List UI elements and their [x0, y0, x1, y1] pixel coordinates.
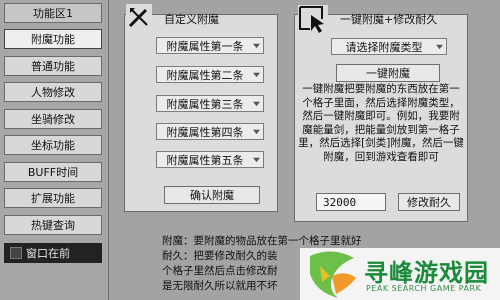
sidebar-item-character[interactable]: 人物修改 [4, 82, 102, 102]
enchant-attr-1-label: 附魔属性第一条 [166, 39, 244, 53]
sidebar-item-coordinates[interactable]: 坐标功能 [4, 135, 102, 155]
chevron-down-icon [253, 43, 260, 49]
confirm-enchant-button[interactable]: 确认附魔 [164, 186, 260, 204]
sidebar-item-function-area[interactable]: 功能区1 [4, 3, 102, 23]
enchant-type-select[interactable]: 请选择附魔类型 [331, 38, 447, 55]
chevron-down-icon [436, 44, 443, 50]
wand-icon [126, 4, 152, 30]
sidebar-item-enchant[interactable]: 附魔功能 [4, 29, 102, 49]
oneclick-enchant-button[interactable]: 一键附魔 [336, 64, 440, 82]
note-line-3: 个格子里然后点击修改耐 [162, 265, 278, 277]
enchant-attr-2-label: 附魔属性第二条 [166, 68, 244, 82]
enchant-attr-3-label: 附魔属性第三条 [166, 97, 244, 111]
enchant-attr-4-label: 附魔属性第四条 [166, 125, 244, 139]
on-top-checkbox[interactable] [10, 247, 22, 259]
modify-durability-button[interactable]: 修改耐久 [398, 193, 460, 211]
enchant-attr-select-1[interactable]: 附魔属性第一条 [156, 37, 264, 54]
watermark-logo-icon [310, 251, 356, 298]
note-line-1: 附魔：要附魔的物品放在第一个格子里就好 [162, 235, 362, 247]
sidebar-item-mount[interactable]: 坐骑修改 [4, 109, 102, 129]
note-line-2: 耐久：把要修改耐久的装 [162, 250, 278, 262]
app-window: 功能区1 附魔功能 普通功能 人物修改 坐骑修改 坐标功能 BUFF时间 扩展功… [0, 0, 500, 300]
on-top-label: 窗口在前 [26, 247, 70, 260]
enchant-attr-5-label: 附魔属性第五条 [166, 153, 244, 167]
custom-enchant-title: 自定义附魔 [164, 13, 219, 26]
chevron-down-icon [253, 101, 260, 107]
oneclick-description: 一键附魔把要附魔的东西放在第一个格子里面，然后选择附魔类型，然后一键附魔即可。例… [298, 83, 464, 163]
oneclick-enchant-title: 一键附魔+修改耐久 [340, 13, 438, 26]
enchant-attr-select-3[interactable]: 附魔属性第三条 [156, 95, 264, 112]
watermark-name: 寻峰游戏园 [364, 259, 489, 287]
sidebar-item-hotkeys[interactable]: 热键查询 [4, 215, 102, 235]
sidebar-item-normal[interactable]: 普通功能 [4, 56, 102, 76]
chevron-down-icon [253, 72, 260, 78]
note-line-4: 是无限耐久所以就用不坏 [162, 280, 278, 292]
chevron-down-icon [253, 129, 260, 135]
sidebar: 功能区1 附魔功能 普通功能 人物修改 坐骑修改 坐标功能 BUFF时间 扩展功… [0, 0, 109, 300]
window-on-top-toggle[interactable]: 窗口在前 [4, 243, 102, 263]
cursor-icon [298, 5, 328, 33]
enchant-attr-select-4[interactable]: 附魔属性第四条 [156, 123, 264, 140]
watermark: 寻峰游戏园 PEAK SEARCH GAME PARK [300, 248, 500, 300]
durability-input[interactable]: 32000 [316, 193, 386, 211]
enchant-attr-select-2[interactable]: 附魔属性第二条 [156, 66, 264, 83]
watermark-subtitle: PEAK SEARCH GAME PARK [366, 284, 482, 293]
enchant-attr-select-5[interactable]: 附魔属性第五条 [156, 151, 264, 168]
chevron-down-icon [253, 157, 260, 163]
sidebar-item-extended[interactable]: 扩展功能 [4, 188, 102, 208]
sidebar-item-buff-time[interactable]: BUFF时间 [4, 162, 102, 182]
enchant-type-label: 请选择附魔类型 [345, 40, 423, 54]
